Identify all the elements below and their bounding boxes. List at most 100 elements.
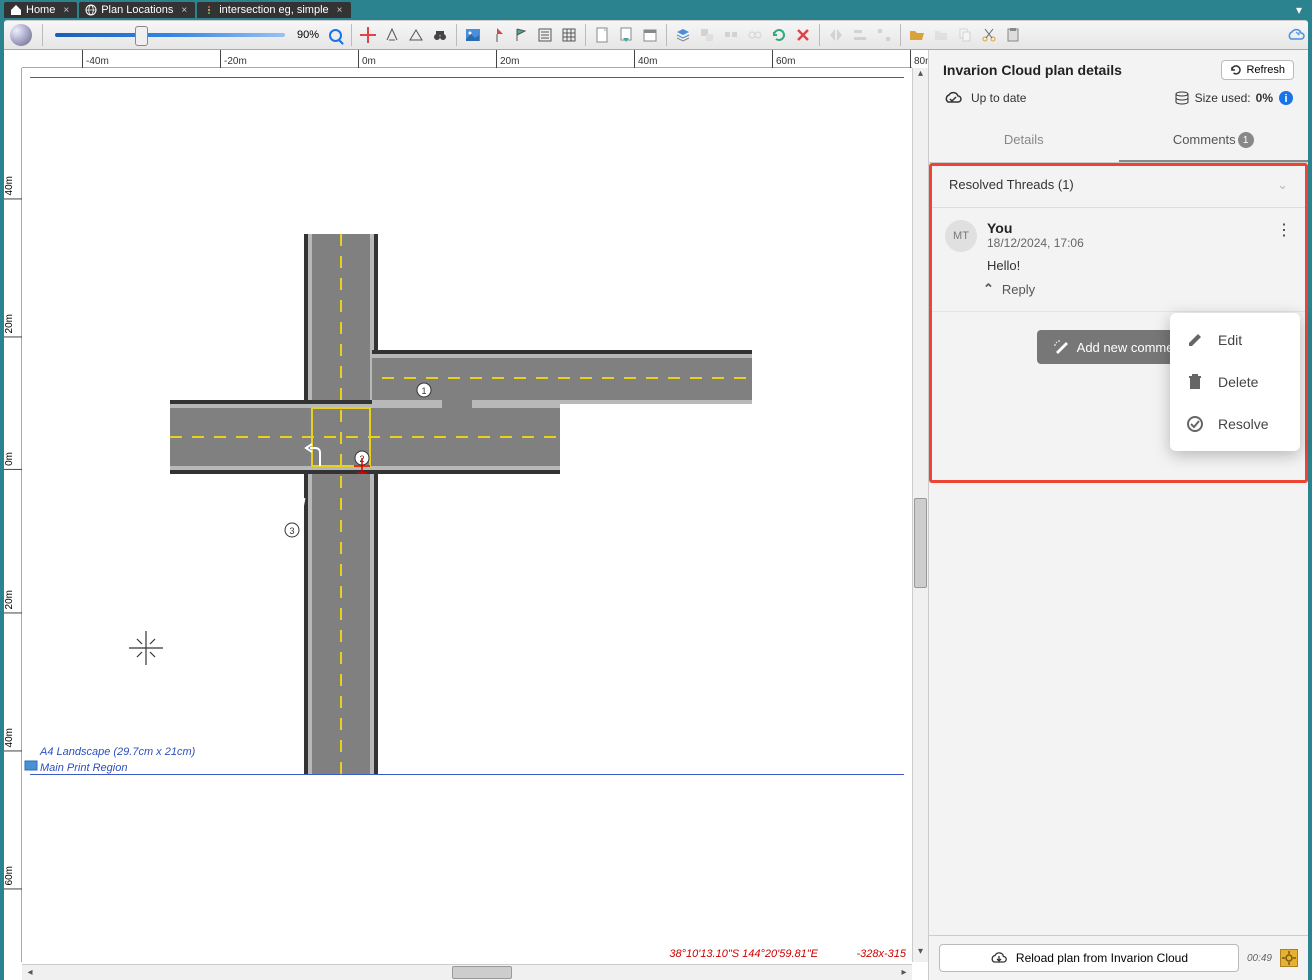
zoom-search-icon[interactable] — [324, 24, 346, 46]
comment-author: You — [987, 220, 1266, 236]
scroll-down-icon[interactable]: ▾ — [913, 946, 928, 962]
scroll-right-icon[interactable]: ▸ — [896, 965, 912, 980]
tab-label: Home — [26, 4, 55, 16]
pixel-coord-readout: -328x-315 — [856, 948, 906, 960]
scrollbar-vertical[interactable]: ▴ ▾ — [912, 68, 928, 962]
avatar: MT — [945, 220, 977, 252]
globe-tool-icon[interactable] — [10, 24, 32, 46]
align-icon[interactable] — [849, 24, 871, 46]
tab-plan-locations[interactable]: Plan Locations × — [79, 2, 195, 18]
cloud-check-icon — [943, 90, 963, 106]
ruler-tick: 20m — [4, 590, 22, 613]
refresh-icon[interactable] — [768, 24, 790, 46]
menu-delete[interactable]: Delete — [1170, 361, 1300, 403]
ruler-tick: 20m — [496, 50, 519, 68]
drawing-canvas[interactable]: 1 2 3 — [22, 68, 912, 962]
zoom-value: 90% — [297, 29, 319, 41]
clipboard-icon[interactable] — [1002, 24, 1024, 46]
ruler-tick: 60m — [4, 866, 22, 889]
tab-intersection[interactable]: intersection eg, simple × — [197, 2, 350, 18]
ruler-vertical: 40m 20m 0m 20m 40m 60m — [4, 68, 22, 962]
flag-icon[interactable] — [510, 24, 532, 46]
tab-bar: Home × Plan Locations × intersection eg,… — [0, 0, 1312, 20]
comment-context-menu: Edit Delete Resolve — [1170, 313, 1300, 451]
toolbar: 90% — [4, 20, 1308, 50]
cut-icon[interactable] — [978, 24, 1000, 46]
page-down-icon[interactable] — [615, 24, 637, 46]
latlon-readout: 38°10'13.10"S 144°20'59.81"E — [669, 948, 818, 960]
copy-icon[interactable] — [954, 24, 976, 46]
svg-text:1: 1 — [421, 386, 426, 396]
binoculars-icon[interactable] — [429, 24, 451, 46]
ruler-tick: 40m — [634, 50, 657, 68]
distribute-icon[interactable] — [873, 24, 895, 46]
close-icon[interactable]: × — [181, 5, 187, 16]
compass-icon[interactable] — [381, 24, 403, 46]
layers-icon[interactable] — [672, 24, 694, 46]
calendar-icon[interactable] — [639, 24, 661, 46]
gear-icon[interactable] — [1280, 949, 1298, 967]
close-icon[interactable]: × — [63, 5, 69, 16]
svg-text:i: i — [1284, 93, 1287, 105]
comments-badge: 1 — [1238, 132, 1254, 148]
refresh-icon — [1230, 64, 1242, 76]
ruler-tick: -40m — [82, 50, 109, 68]
image-icon[interactable] — [462, 24, 484, 46]
ruler-tick: 20m — [4, 314, 22, 337]
kebab-menu-icon[interactable]: ⋮ — [1276, 220, 1292, 240]
tab-home[interactable]: Home × — [4, 2, 77, 18]
workspace: -40m -20m 0m 20m 40m 60m 80m 40m 20m 0m … — [4, 50, 1308, 980]
elapsed-time: 00:49 — [1247, 953, 1272, 964]
resolved-threads-header[interactable]: Resolved Threads (1) ⌄ — [929, 163, 1308, 208]
scroll-left-icon[interactable]: ◂ — [22, 965, 38, 980]
database-icon — [1174, 91, 1190, 105]
reload-plan-button[interactable]: Reload plan from Invarion Cloud — [939, 944, 1239, 972]
list-icon[interactable] — [534, 24, 556, 46]
folder-icon[interactable] — [930, 24, 952, 46]
sync-status: Up to date — [971, 91, 1026, 105]
menu-resolve[interactable]: Resolve — [1170, 403, 1300, 445]
grid-icon[interactable] — [558, 24, 580, 46]
scroll-up-icon[interactable]: ▴ — [913, 68, 928, 84]
tab-label: intersection eg, simple — [219, 4, 328, 16]
scrollbar-horizontal[interactable]: ◂ ▸ — [22, 964, 912, 980]
tab-details[interactable]: Details — [929, 120, 1119, 162]
ungroup-icon[interactable] — [696, 24, 718, 46]
svg-text:3: 3 — [289, 526, 294, 536]
info-icon[interactable]: i — [1278, 90, 1294, 106]
ruler-tick: 0m — [4, 452, 22, 470]
reply-button[interactable]: ⌃ Reply — [945, 277, 1292, 307]
scroll-thumb[interactable] — [452, 966, 512, 979]
folder-open-icon[interactable] — [906, 24, 928, 46]
ruler-tick: 40m — [4, 728, 22, 751]
ruler-tick: 0m — [358, 50, 376, 68]
comment-body: Hello! — [945, 252, 1292, 277]
refresh-button[interactable]: Refresh — [1221, 60, 1294, 80]
tab-comments[interactable]: Comments1 — [1119, 120, 1309, 162]
ruler-horizontal: -40m -20m 0m 20m 40m 60m 80m — [22, 50, 912, 68]
traffic-icon — [203, 4, 215, 16]
menu-edit[interactable]: Edit — [1170, 319, 1300, 361]
check-circle-icon — [1186, 415, 1204, 433]
page-size-label: A4 Landscape (29.7cm x 21cm) — [40, 746, 195, 758]
marker-icon[interactable] — [486, 24, 508, 46]
crosshair-icon[interactable] — [357, 24, 379, 46]
close-icon[interactable]: × — [337, 5, 343, 16]
region-label: Main Print Region — [40, 762, 127, 774]
panel-title: Invarion Cloud plan details — [943, 62, 1122, 78]
link-icon[interactable] — [744, 24, 766, 46]
page-icon[interactable] — [591, 24, 613, 46]
minimize-icon[interactable]: ▾ — [1296, 3, 1302, 17]
delete-icon[interactable] — [792, 24, 814, 46]
zoom-slider[interactable] — [55, 33, 285, 37]
scroll-thumb[interactable] — [914, 498, 927, 588]
chevron-down-icon: ⌄ — [1277, 177, 1288, 193]
group-icon[interactable] — [720, 24, 742, 46]
size-label: Size used: — [1195, 91, 1251, 105]
trash-icon — [1186, 373, 1204, 391]
triangle-icon[interactable] — [405, 24, 427, 46]
region-icon — [24, 758, 38, 772]
ruler-tick: 60m — [772, 50, 795, 68]
cloud-sync-icon[interactable] — [1285, 24, 1307, 46]
flip-h-icon[interactable] — [825, 24, 847, 46]
